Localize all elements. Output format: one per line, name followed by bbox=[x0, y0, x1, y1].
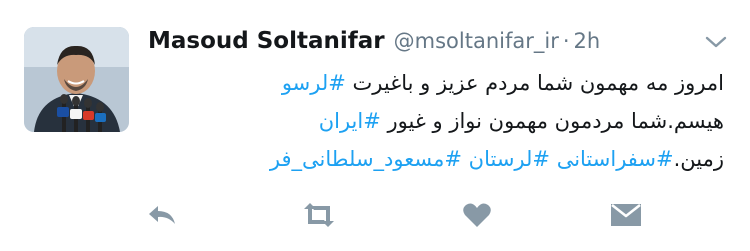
reply-button[interactable] bbox=[144, 198, 180, 232]
hashtag-link[interactable]: #ایران bbox=[319, 109, 381, 133]
tweet-card[interactable]: Masoud Soltanifar @msoltanifar_ir · 2h ا… bbox=[0, 0, 750, 251]
avatar-image bbox=[24, 27, 129, 132]
hashtag-link[interactable]: #لرسو bbox=[282, 71, 346, 95]
retweet-button[interactable] bbox=[298, 198, 340, 232]
separator-dot: · bbox=[562, 29, 570, 53]
hashtag-link[interactable]: #لرستان bbox=[469, 147, 550, 171]
direct-message-button[interactable] bbox=[608, 198, 644, 232]
more-options-button[interactable] bbox=[702, 32, 730, 52]
avatar[interactable] bbox=[24, 27, 129, 132]
tweet-line: زمین.#سفراستانی #لرستان #مسعود_سلطانی_فر bbox=[148, 140, 724, 178]
tweet-actions bbox=[0, 198, 750, 232]
tweet-text-segment: امروز مه مهمون شما مردم عزیز و باغیرت bbox=[345, 71, 724, 95]
tweet-timestamp[interactable]: 2h bbox=[574, 29, 601, 53]
tweet-text: امروز مه مهمون شما مردم عزیز و باغیرت #ل… bbox=[148, 64, 724, 178]
chevron-down-icon bbox=[705, 36, 727, 48]
reply-icon bbox=[149, 206, 175, 224]
hashtag-link[interactable]: #مسعود_سلطانی_فر bbox=[270, 147, 462, 171]
like-button[interactable] bbox=[460, 198, 494, 232]
tweet-line: هیسم.شما مردمون مهمون نواز و غیور #ایران bbox=[148, 102, 724, 140]
tweet-text-segment: هیسم.شما مردمون مهمون نواز و غیور bbox=[380, 109, 724, 133]
tweet-header: Masoud Soltanifar @msoltanifar_ir · 2h bbox=[148, 28, 600, 60]
tweet-text-segment: زمین. bbox=[673, 147, 724, 171]
tweet-line: امروز مه مهمون شما مردم عزیز و باغیرت #ل… bbox=[148, 64, 724, 102]
heart-icon bbox=[463, 203, 491, 227]
retweet-icon bbox=[304, 203, 334, 227]
user-handle[interactable]: @msoltanifar_ir bbox=[394, 29, 559, 53]
hashtag-link[interactable]: #سفراستانی bbox=[557, 147, 674, 171]
envelope-icon bbox=[611, 203, 641, 226]
user-name[interactable]: Masoud Soltanifar bbox=[148, 28, 385, 54]
